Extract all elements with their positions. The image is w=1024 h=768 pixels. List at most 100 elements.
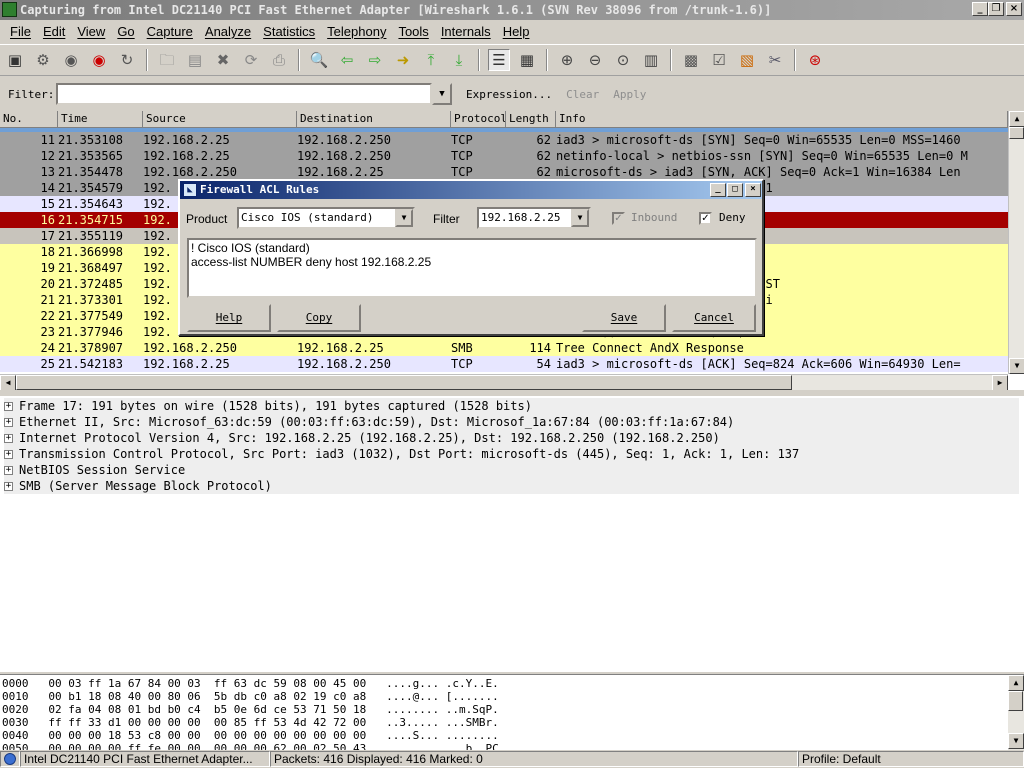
menu-view[interactable]: View [71,24,111,39]
capture-options-icon[interactable]: ⚙ [32,49,54,71]
expression-button[interactable]: Expression... [466,88,552,101]
detail-row-frame[interactable]: + Frame 17: 191 bytes on wire (1528 bits)… [4,398,1019,414]
expand-icon[interactable]: + [4,482,13,491]
save-file-icon[interactable]: ▤ [184,49,206,71]
column-header-destination[interactable]: Destination [297,111,451,128]
column-header-length[interactable]: Length [506,111,556,128]
clear-button[interactable]: Clear [566,88,599,101]
scroll-down-icon[interactable]: ▼ [1008,733,1024,749]
close-file-icon[interactable]: ✖ [212,49,234,71]
resize-columns-icon[interactable]: ▥ [640,49,662,71]
expand-icon[interactable]: + [4,402,13,411]
menu-edit[interactable]: Edit [37,24,71,39]
scroll-up-icon[interactable]: ▲ [1009,111,1024,127]
menu-tools[interactable]: Tools [392,24,434,39]
capture-filters-icon[interactable]: ▩ [680,49,702,71]
filter-select[interactable]: 192.168.2.25 ▼ [477,207,591,229]
packet-row[interactable]: 12 21.353565 192.168.2.25 192.168.2.250 TCP 6… [0,148,1008,164]
scroll-left-icon[interactable]: ◀ [0,375,16,390]
restore-button[interactable]: ❐ [988,2,1004,16]
help-button[interactable]: Help [187,304,271,332]
window-title-bar[interactable]: Capturing from Intel DC21140 PCI Fast Et… [0,0,1024,20]
packet-list-hscroll[interactable]: ◀ ▶ [0,374,1008,390]
go-first-icon[interactable]: ⤒ [420,49,442,71]
expert-info-icon[interactable] [0,751,20,767]
menu-go[interactable]: Go [111,24,140,39]
column-header-time[interactable]: Time [58,111,143,128]
acl-rules-text[interactable]: ! Cisco IOS (standard) access-list NUMBE… [187,238,757,298]
reload-icon[interactable]: ⟳ [240,49,262,71]
menu-telephony[interactable]: Telephony [321,24,392,39]
coloring-rules-icon[interactable]: ▧ [736,49,758,71]
menu-analyze[interactable]: Analyze [199,24,257,39]
apply-button[interactable]: Apply [613,88,646,101]
auto-scroll-icon[interactable]: ▦ [516,49,538,71]
go-back-icon[interactable]: ⇦ [336,49,358,71]
close-button[interactable]: × [1006,2,1022,16]
scroll-right-icon[interactable]: ▶ [992,375,1008,390]
column-header-no[interactable]: No. [0,111,58,128]
packet-bytes-pane[interactable]: 0000 00 03 ff 1a 67 84 00 03 ff 63 dc 59… [0,674,1024,750]
packet-row[interactable]: 11 21.353108 192.168.2.25 192.168.2.250 TCP 6… [0,132,1008,148]
column-header-source[interactable]: Source [143,111,297,128]
chevron-down-icon[interactable]: ▼ [571,209,589,227]
stop-capture-icon[interactable]: ◉ [88,49,110,71]
restart-capture-icon[interactable]: ↻ [116,49,138,71]
menu-capture[interactable]: Capture [141,24,199,39]
go-last-icon[interactable]: ⤓ [448,49,470,71]
expand-icon[interactable]: + [4,418,13,427]
go-to-packet-icon[interactable]: ➜ [392,49,414,71]
dialog-close-button[interactable]: × [745,183,761,197]
scroll-down-icon[interactable]: ▼ [1009,358,1024,374]
chevron-down-icon[interactable]: ▼ [395,209,413,227]
normal-size-icon[interactable]: ⊙ [612,49,634,71]
preferences-icon[interactable]: ✂ [764,49,786,71]
dialog-title-bar[interactable]: ◣ Firewall ACL Rules _ □ × [180,181,762,199]
detail-row-ethernet[interactable]: + Ethernet II, Src: Microsof_63:dc:59 (00… [4,414,1019,430]
packet-row[interactable]: 13 21.354478 192.168.2.250 192.168.2.25 TCP 6… [0,164,1008,180]
detail-row-smb[interactable]: + SMB (Server Message Block Protocol) [4,478,1019,494]
open-file-icon[interactable]: 🗀 [156,49,178,71]
packet-details-pane[interactable]: + Frame 17: 191 bytes on wire (1528 bits)… [0,394,1024,672]
print-icon[interactable]: ⎙ [268,49,290,71]
filter-input[interactable] [56,83,432,105]
inbound-checkbox[interactable]: ✓ [612,212,625,225]
menu-file[interactable]: File [4,24,37,39]
help-icon[interactable]: ⊛ [804,49,826,71]
expand-icon[interactable]: + [4,466,13,475]
expand-icon[interactable]: + [4,450,13,459]
find-packet-icon[interactable]: 🔍 [308,49,330,71]
go-forward-icon[interactable]: ⇨ [364,49,386,71]
cancel-button[interactable]: Cancel [672,304,756,332]
interfaces-icon[interactable]: ▣ [4,49,26,71]
packet-row[interactable]: 25 21.542183 192.168.2.25 192.168.2.250 TCP 5… [0,356,1008,372]
zoom-out-icon[interactable]: ⊖ [584,49,606,71]
scroll-thumb[interactable] [1008,691,1023,711]
detail-row-ip[interactable]: + Internet Protocol Version 4, Src: 192.1… [4,430,1019,446]
scroll-thumb[interactable] [1009,127,1024,139]
start-capture-icon[interactable]: ◉ [60,49,82,71]
dialog-minimize-button[interactable]: _ [710,183,726,197]
status-profile[interactable]: Profile: Default [798,751,1024,767]
column-header-info[interactable]: Info [556,111,1008,128]
menu-internals[interactable]: Internals [435,24,497,39]
zoom-in-icon[interactable]: ⊕ [556,49,578,71]
menu-statistics[interactable]: Statistics [257,24,321,39]
scroll-up-icon[interactable]: ▲ [1008,675,1024,691]
filter-dropdown-icon[interactable]: ▼ [432,83,452,105]
column-header-protocol[interactable]: Protocol [451,111,506,128]
display-filters-icon[interactable]: ☑ [708,49,730,71]
save-button[interactable]: Save [582,304,666,332]
detail-row-netbios[interactable]: + NetBIOS Session Service [4,462,1019,478]
packet-list-vscroll[interactable]: ▲ ▼ [1008,111,1024,374]
deny-checkbox[interactable]: ✓ [699,212,712,225]
dialog-maximize-button[interactable]: □ [727,183,743,197]
expand-icon[interactable]: + [4,434,13,443]
menu-help[interactable]: Help [497,24,536,39]
product-select[interactable]: Cisco IOS (standard) ▼ [237,207,415,229]
scroll-thumb[interactable] [16,375,792,390]
detail-row-tcp[interactable]: + Transmission Control Protocol, Src Port… [4,446,1019,462]
colorize-icon[interactable]: ☰ [488,49,510,71]
packet-row[interactable]: 24 21.378907 192.168.2.250 192.168.2.25 SMB 1… [0,340,1008,356]
copy-button[interactable]: Copy [277,304,361,332]
